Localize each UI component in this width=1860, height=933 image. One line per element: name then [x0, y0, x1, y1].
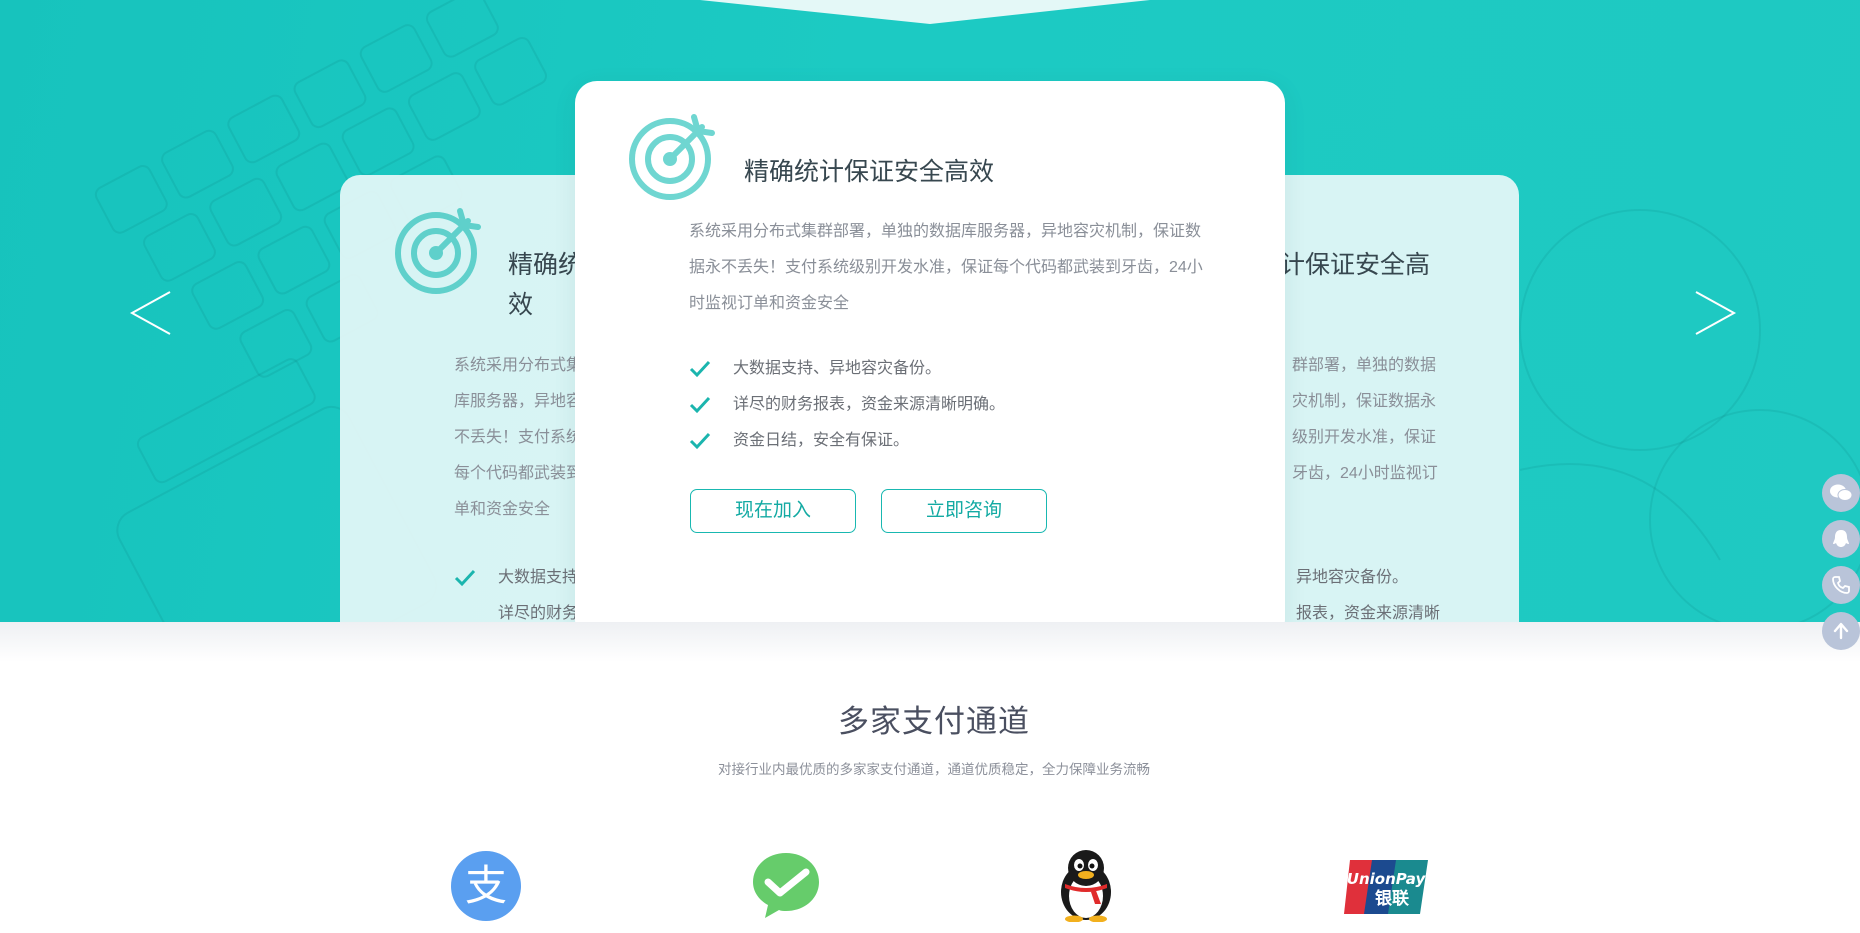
card-title: 精确统计保证安全高效: [744, 158, 995, 186]
wechat-icon: [1830, 484, 1853, 501]
card-description: 系统采用分布式集 库服务器，异地容 不丢失！支付系统 每个代码都武装到 单和资金…: [454, 357, 583, 518]
unionpay-icon: UnionPay 银联: [1344, 860, 1428, 914]
wechat-pay-icon: [753, 853, 819, 918]
carousel-prev-arrow[interactable]: [128, 288, 174, 338]
qq-penguin-icon: [1061, 850, 1111, 923]
card-description: 群部署，单独的数据 灾机制，保证数据永 级别开发水准，保证 牙齿，24小时监视订: [1292, 357, 1438, 482]
feature-item: 异地容灾备份。: [1296, 569, 1409, 586]
payment-section-title: 多家支付通道: [838, 704, 1030, 739]
check-icon: [454, 569, 476, 587]
card-title: 精确统 效: [508, 251, 584, 319]
svg-text:银联: 银联: [1375, 888, 1409, 909]
card-title: 计保证安全高: [1280, 251, 1431, 279]
carousel-card-active: 精确统计保证安全高效 系统采用分布式集群部署，单独的数据库服务器，异地容灾机制，…: [575, 81, 1285, 622]
hero-bottom-shadow: [0, 622, 1860, 662]
check-icon: [689, 360, 711, 378]
svg-text:支: 支: [465, 861, 507, 910]
feature-list: 异地容灾备份。 报表，资金来源清晰: [1296, 560, 1440, 622]
back-to-top-icon: [1833, 622, 1849, 640]
payment-section-subtitle: 对接行业内最优质的多家家支付通道，通道优质稳定，全力保障业务流畅: [718, 762, 1150, 777]
wechat-pay-logo: [750, 850, 822, 927]
floating-contact-bar: [1822, 474, 1860, 658]
feature-item: 报表，资金来源清晰: [1296, 605, 1441, 622]
feature-item: 大数据支持、异地容灾备份。: [689, 351, 1005, 387]
qq-icon: [1833, 530, 1849, 547]
phone-icon: [1832, 576, 1850, 594]
feature-item: 详尽的财务报表，资金来源清晰明确。: [689, 387, 1005, 423]
consult-now-button[interactable]: 立即咨询: [881, 489, 1047, 533]
hero-top-notch: [700, 0, 1150, 24]
hero-banner: 精确统 效 系统采用分布式集 库服务器，异地容 不丢失！支付系统 每个代码都武装…: [0, 0, 1860, 622]
feature-list: 大数据支持、异地容灾备份。 详尽的财务报表，资金来源清晰明确。 资金日结，安全有…: [689, 351, 1005, 459]
feature-item: 大数据支持: [454, 560, 578, 596]
target-icon: [395, 208, 481, 294]
card-description: 系统采用分布式集群部署，单独的数据库服务器，异地容灾机制，保证数 据永不丢失！支…: [689, 223, 1203, 312]
check-icon: [689, 396, 711, 414]
target-icon: [629, 114, 715, 200]
alipay-logo: 支: [450, 850, 522, 927]
check-icon: [689, 432, 711, 450]
carousel-next-arrow[interactable]: [1692, 288, 1738, 338]
wechat-contact-button[interactable]: [1822, 474, 1860, 512]
feature-list: 大数据支持 详尽的财务: [454, 560, 578, 622]
join-now-button[interactable]: 现在加入: [690, 489, 856, 533]
alipay-icon: 支: [451, 851, 521, 921]
feature-item: 资金日结，安全有保证。: [689, 423, 1005, 459]
qq-pay-logo: [1055, 848, 1117, 927]
svg-text:UnionPay: UnionPay: [1347, 870, 1427, 888]
phone-contact-button[interactable]: [1822, 566, 1860, 604]
back-to-top-button[interactable]: [1822, 612, 1860, 650]
qq-contact-button[interactable]: [1822, 520, 1860, 558]
feature-item: 详尽的财务: [498, 605, 579, 622]
unionpay-logo: UnionPay 银联: [1342, 858, 1430, 921]
